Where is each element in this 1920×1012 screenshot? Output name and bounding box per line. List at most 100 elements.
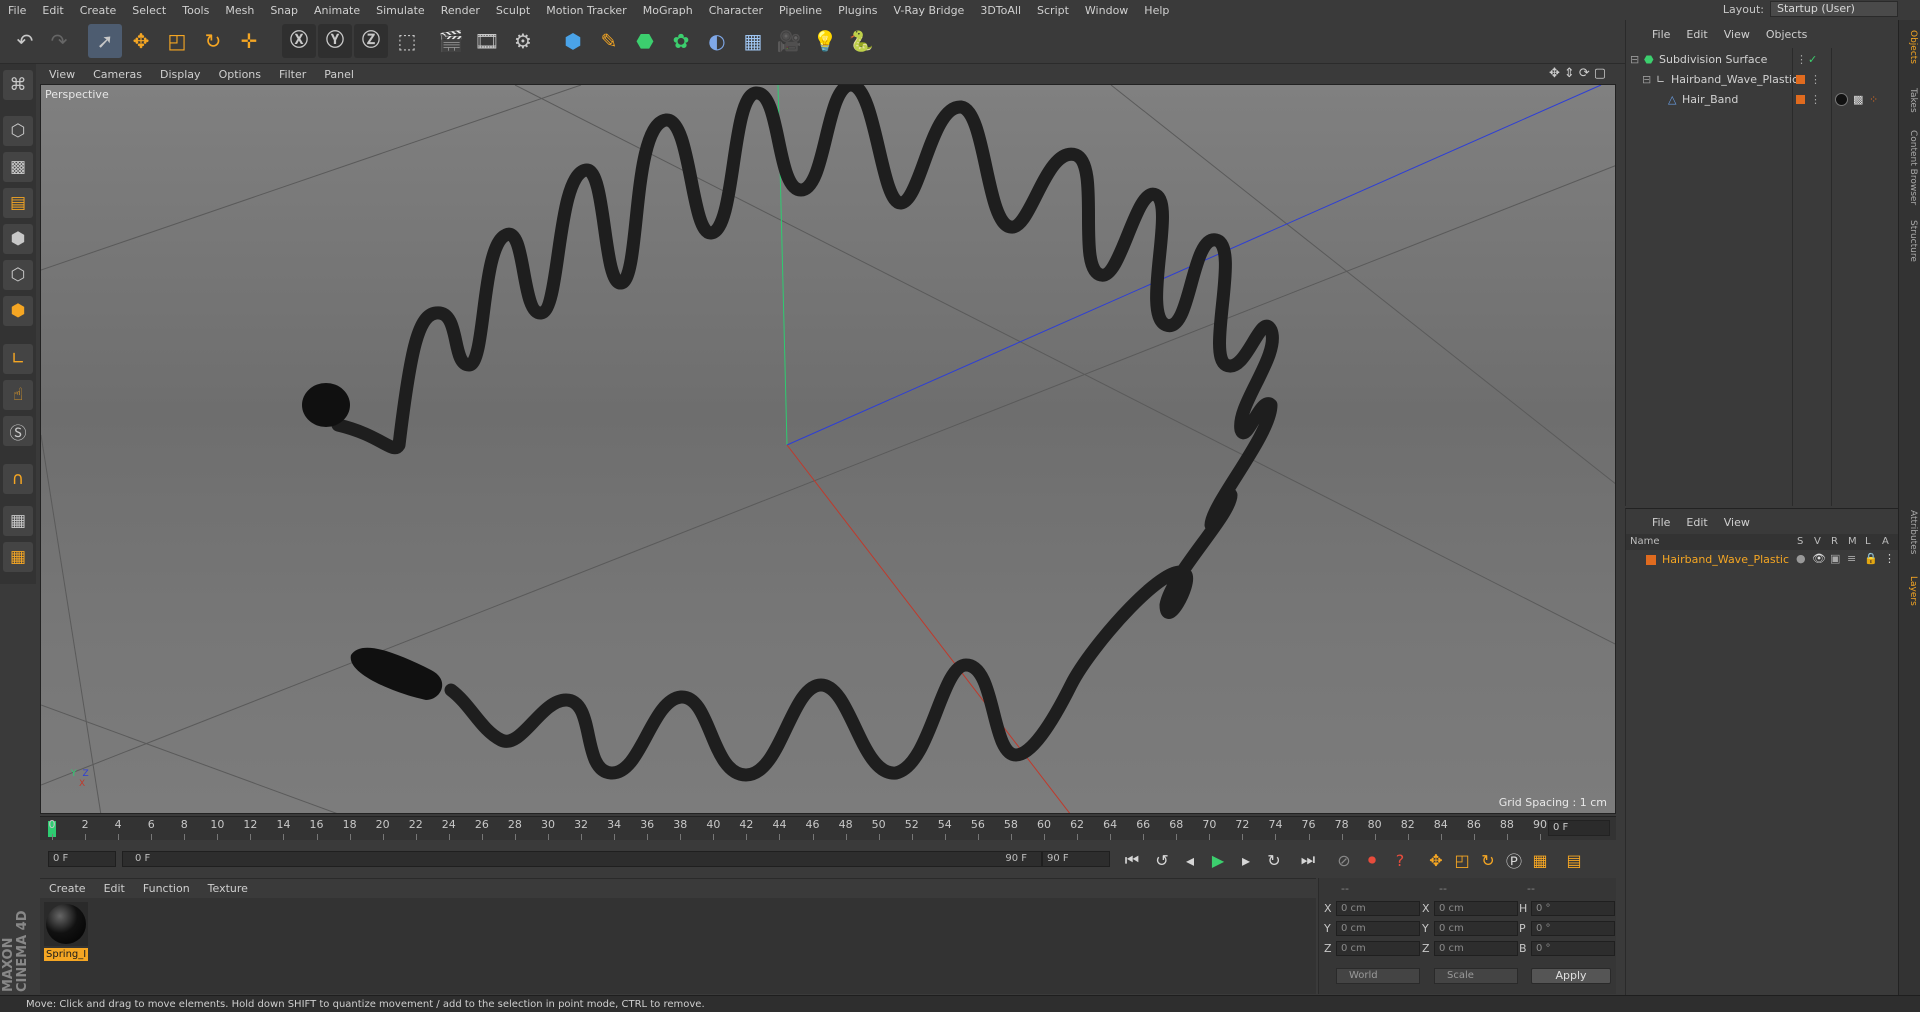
- rot-b-field[interactable]: 0 °: [1531, 941, 1615, 956]
- tweak-mode-icon[interactable]: ☝: [3, 380, 33, 410]
- material-menu-texture[interactable]: Texture: [199, 882, 257, 895]
- tab-attributes[interactable]: Attributes: [1902, 510, 1918, 554]
- polygons-mode-icon[interactable]: ⬢: [3, 296, 33, 326]
- layout-dropdown[interactable]: Startup (User): [1770, 1, 1898, 17]
- material-menu-edit[interactable]: Edit: [95, 882, 134, 895]
- menu-mograph[interactable]: MoGraph: [635, 4, 701, 17]
- pos-z-field[interactable]: 0 cm: [1336, 941, 1420, 956]
- layer-menu-edit[interactable]: Edit: [1678, 516, 1715, 529]
- size-x-field[interactable]: 0 cm: [1434, 901, 1518, 916]
- viewport-menu-view[interactable]: View: [40, 68, 84, 81]
- viewport-menu-panel[interactable]: Panel: [315, 68, 363, 81]
- go-to-start-icon[interactable]: ⏮: [1120, 849, 1144, 871]
- lock-toggle-icon[interactable]: 🔒: [1864, 552, 1878, 565]
- rotate-tool-icon[interactable]: ↻: [196, 24, 230, 58]
- menu-character[interactable]: Character: [701, 4, 771, 17]
- solo-toggle-icon[interactable]: ●: [1796, 552, 1806, 565]
- 3d-viewport[interactable]: Perspective Grid Spacing : 1 cm YZX: [40, 84, 1616, 814]
- menu-help[interactable]: Help: [1136, 4, 1177, 17]
- menu-3dtoall[interactable]: 3DToAll: [972, 4, 1029, 17]
- menu-snap[interactable]: Snap: [262, 4, 306, 17]
- python-icon[interactable]: 🐍: [844, 24, 878, 58]
- object-menu-file[interactable]: File: [1644, 28, 1678, 41]
- viewport-menu-cameras[interactable]: Cameras: [84, 68, 151, 81]
- layer-menu-file[interactable]: File: [1644, 516, 1678, 529]
- menu-sculpt[interactable]: Sculpt: [488, 4, 538, 17]
- redo-icon[interactable]: ↷: [42, 24, 76, 58]
- menu-edit[interactable]: Edit: [34, 4, 71, 17]
- menu-select[interactable]: Select: [124, 4, 174, 17]
- cloner-icon[interactable]: ✿: [664, 24, 698, 58]
- material-menu-create[interactable]: Create: [40, 882, 95, 895]
- enabled-check-icon[interactable]: ✓: [1808, 50, 1817, 69]
- object-row-hairband-wave-plastic[interactable]: ⊟ ∟ Hairband_Wave_Plastic ⋮: [1626, 70, 1899, 89]
- workplane-lock-icon[interactable]: ▦: [3, 506, 33, 536]
- key-scale-icon[interactable]: ◰: [1450, 849, 1474, 871]
- key-position-icon[interactable]: ✥: [1424, 849, 1448, 871]
- size-y-field[interactable]: 0 cm: [1434, 921, 1518, 936]
- model-mode-icon[interactable]: ⬡: [3, 116, 33, 146]
- pos-y-field[interactable]: 0 cm: [1336, 921, 1420, 936]
- menu-vray-bridge[interactable]: V-Ray Bridge: [885, 4, 972, 17]
- menu-plugins[interactable]: Plugins: [830, 4, 885, 17]
- collapse-icon[interactable]: ⊟: [1630, 50, 1639, 69]
- subdivision-surface-icon[interactable]: ⬣: [628, 24, 662, 58]
- layer-row[interactable]: Hairband_Wave_Plastic ● 👁 ▣ ≡ 🔒 ⋮: [1626, 551, 1899, 569]
- quantize-icon[interactable]: ▦: [3, 542, 33, 572]
- tab-takes[interactable]: Takes: [1902, 88, 1918, 113]
- object-row-hair-band[interactable]: △ Hair_Band ⋮ ▩ ⁘: [1626, 90, 1899, 109]
- render-view-icon[interactable]: 🎬: [434, 24, 468, 58]
- deformer-icon[interactable]: ◐: [700, 24, 734, 58]
- points-mode-icon[interactable]: ⬢: [3, 224, 33, 254]
- object-menu-edit[interactable]: Edit: [1678, 28, 1715, 41]
- end-frame-field[interactable]: 90 F: [1042, 851, 1110, 867]
- coord-system-dropdown[interactable]: World: [1336, 968, 1420, 984]
- menu-animate[interactable]: Animate: [306, 4, 368, 17]
- menu-motion-tracker[interactable]: Motion Tracker: [538, 4, 634, 17]
- next-keyframe-icon[interactable]: ↻: [1262, 849, 1286, 871]
- render-settings-icon[interactable]: ⚙: [506, 24, 540, 58]
- menu-create[interactable]: Create: [72, 4, 125, 17]
- viewport-menu-options[interactable]: Options: [210, 68, 270, 81]
- move-tool-icon[interactable]: ✥: [124, 24, 158, 58]
- record-keyframe-icon[interactable]: ⏺: [1360, 849, 1384, 871]
- render-picture-viewer-icon[interactable]: 🎞: [470, 24, 504, 58]
- tab-structure[interactable]: Structure: [1902, 220, 1918, 262]
- solo-mode-icon[interactable]: Ⓢ: [3, 416, 33, 446]
- viewport-nav-icons[interactable]: ✥⇕⟳▢: [1549, 66, 1610, 81]
- object-menu-view[interactable]: View: [1716, 28, 1758, 41]
- animation-toggle-icon[interactable]: ⋮: [1884, 552, 1895, 565]
- layer-color-swatch[interactable]: [1796, 95, 1805, 104]
- visibility-dots-icon[interactable]: ⋮: [1810, 70, 1821, 89]
- scale-tool-icon[interactable]: ◰: [160, 24, 194, 58]
- material-name[interactable]: Spring_I: [44, 948, 88, 961]
- axis-mode-icon[interactable]: ∟: [3, 344, 33, 374]
- key-pla-icon[interactable]: ▦: [1528, 849, 1552, 871]
- cube-primitive-icon[interactable]: ⬢: [556, 24, 590, 58]
- menu-simulate[interactable]: Simulate: [368, 4, 433, 17]
- floor-icon[interactable]: ▦: [736, 24, 770, 58]
- material-menu-function[interactable]: Function: [134, 882, 199, 895]
- key-rotation-icon[interactable]: ↻: [1476, 849, 1500, 871]
- layer-color-swatch[interactable]: [1796, 75, 1805, 84]
- object-row-subdivision-surface[interactable]: ⊟ ⬣ Subdivision Surface ⋮ ✓: [1626, 50, 1899, 69]
- workplane-mode-icon[interactable]: ▤: [3, 188, 33, 218]
- visibility-dots-icon[interactable]: ⋮: [1796, 50, 1807, 69]
- menu-pipeline[interactable]: Pipeline: [771, 4, 830, 17]
- select-tool-icon[interactable]: ➚: [88, 24, 122, 58]
- timeline-window-icon[interactable]: ▤: [1562, 849, 1586, 871]
- visibility-dots-icon[interactable]: ⋮: [1810, 90, 1821, 109]
- start-frame-field[interactable]: 0 F: [48, 851, 116, 867]
- key-parameter-icon[interactable]: Ⓟ: [1502, 849, 1526, 871]
- render-toggle-icon[interactable]: ▣: [1830, 552, 1840, 565]
- previous-keyframe-icon[interactable]: ↺: [1150, 849, 1174, 871]
- snap-icon[interactable]: ∩: [3, 464, 33, 494]
- coord-mode-dropdown[interactable]: Scale: [1434, 968, 1518, 984]
- current-frame-field[interactable]: 0 F: [1548, 820, 1610, 836]
- autokey-icon[interactable]: ?: [1388, 849, 1412, 871]
- viewport-menu-display[interactable]: Display: [151, 68, 210, 81]
- play-icon[interactable]: ▶: [1206, 849, 1230, 871]
- viewport-menu-filter[interactable]: Filter: [270, 68, 315, 81]
- edges-mode-icon[interactable]: ⬡: [3, 260, 33, 290]
- menu-script[interactable]: Script: [1029, 4, 1077, 17]
